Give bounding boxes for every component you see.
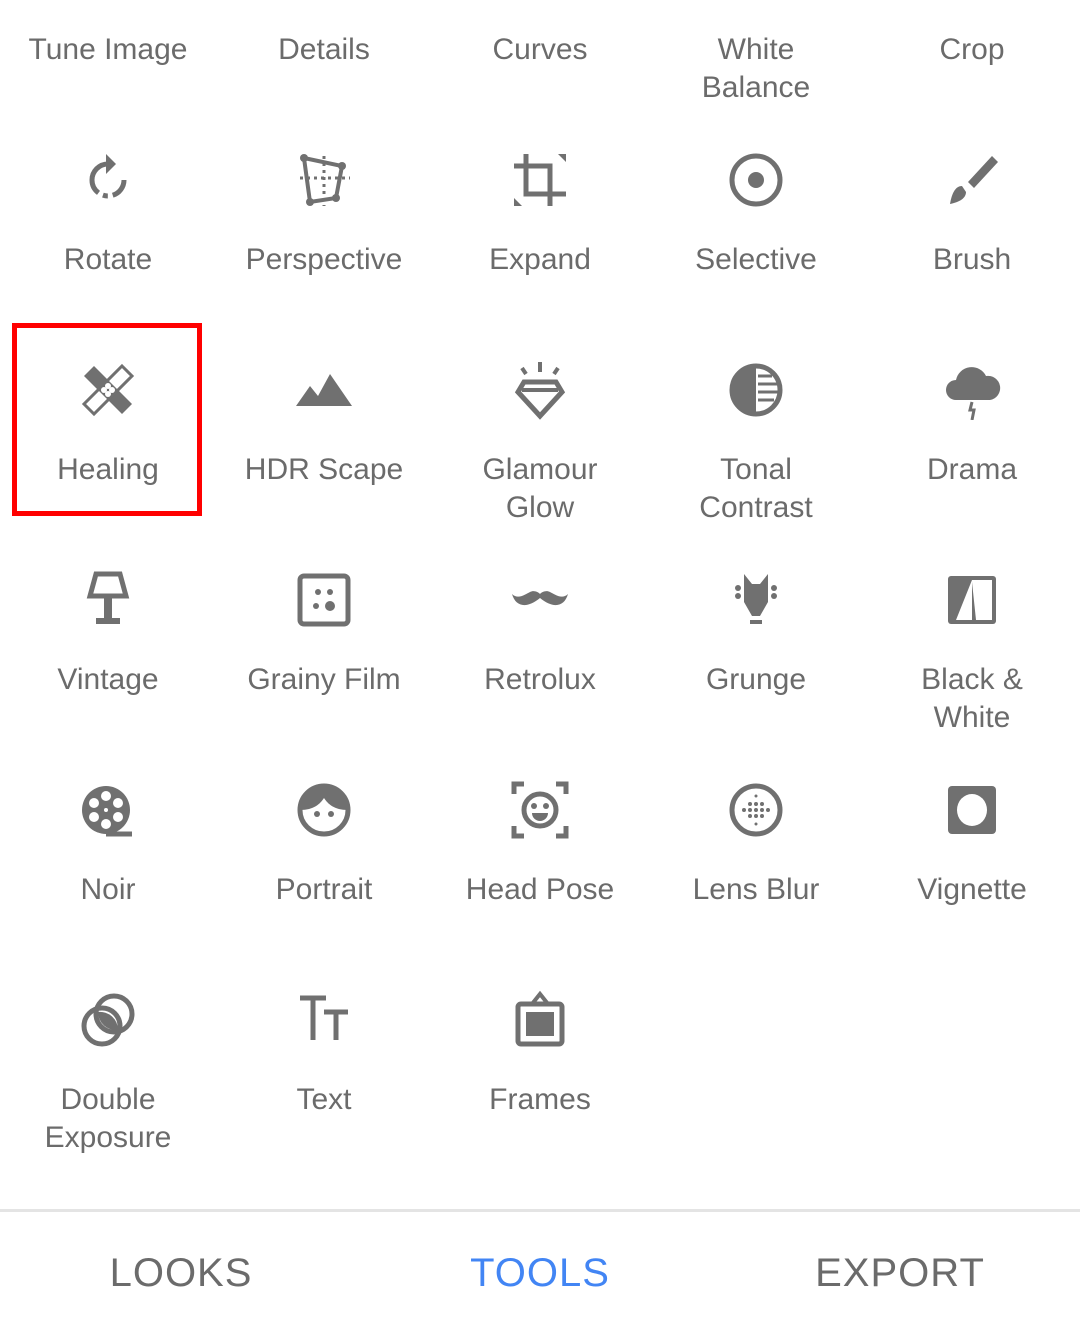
rotate-icon <box>78 150 138 210</box>
perspective-icon <box>294 150 354 210</box>
tool-label: Frames <box>489 1083 591 1116</box>
tab-export[interactable]: EXPORT <box>815 1250 985 1296</box>
lens-blur-icon <box>726 780 786 840</box>
tool-label: Tonal Contrast <box>699 453 813 524</box>
mustache-icon <box>510 570 570 630</box>
tool-portrait[interactable]: Portrait <box>216 760 432 970</box>
tool-drama[interactable]: Drama <box>864 340 1080 550</box>
tool-label: Retrolux <box>484 663 596 696</box>
lamp-icon <box>78 570 138 630</box>
tool-head-pose[interactable]: Head Pose <box>432 760 648 970</box>
selective-icon <box>726 150 786 210</box>
tool-retrolux[interactable]: Retrolux <box>432 550 648 760</box>
tool-curves[interactable]: Curves <box>432 0 648 130</box>
healing-bandage-icon <box>78 360 138 420</box>
tool-label: Black & White <box>921 663 1023 734</box>
tool-lens-blur[interactable]: Lens Blur <box>648 760 864 970</box>
tool-hdr-scape[interactable]: HDR Scape <box>216 340 432 550</box>
tool-healing[interactable]: Healing <box>0 340 216 550</box>
tool-label: Glamour Glow <box>482 453 598 524</box>
tool-noir[interactable]: Noir <box>0 760 216 970</box>
diamond-icon <box>510 360 570 420</box>
tool-label: Tune Image <box>28 33 188 66</box>
tool-grunge[interactable]: Grunge <box>648 550 864 760</box>
tool-label: Grunge <box>705 663 807 696</box>
tool-rotate[interactable]: Rotate <box>0 130 216 340</box>
tool-crop[interactable]: Crop <box>864 0 1080 130</box>
tool-label: HDR Scape <box>244 453 404 486</box>
tool-label: Drama <box>926 453 1017 486</box>
tool-details[interactable]: Details <box>216 0 432 130</box>
tool-label: Brush <box>932 243 1012 276</box>
expand-icon <box>510 150 570 210</box>
tool-label: Rotate <box>63 243 153 276</box>
frames-icon <box>510 990 570 1050</box>
film-reel-icon <box>78 780 138 840</box>
tool-tonal-contrast[interactable]: Tonal Contrast <box>648 340 864 550</box>
tool-text[interactable]: Text <box>216 970 432 1180</box>
tool-label: Noir <box>80 873 136 906</box>
tool-vintage[interactable]: Vintage <box>0 550 216 760</box>
face-icon <box>294 780 354 840</box>
double-exposure-icon <box>78 990 138 1050</box>
tool-frames[interactable]: Frames <box>432 970 648 1180</box>
tool-label: Text <box>296 1083 352 1116</box>
tool-label: Expand <box>489 243 591 276</box>
tool-black-white[interactable]: Black & White <box>864 550 1080 760</box>
black-white-icon <box>942 570 1002 630</box>
tool-label: Curves <box>492 33 588 66</box>
head-pose-icon <box>510 780 570 840</box>
guitar-head-icon <box>726 570 786 630</box>
tab-tools[interactable]: TOOLS <box>470 1250 610 1296</box>
tool-label: Lens Blur <box>692 873 820 906</box>
tool-label: Vintage <box>57 663 159 696</box>
tool-label: Perspective <box>245 243 403 276</box>
tool-grainy-film[interactable]: Grainy Film <box>216 550 432 760</box>
tool-tune-image[interactable]: Tune Image <box>0 0 216 130</box>
tool-label: Grainy Film <box>247 663 401 696</box>
tool-label: Head Pose <box>465 873 615 906</box>
tools-grid: Tune Image Details Curves White Balance Crop… <box>0 0 1080 1180</box>
mountains-icon <box>294 360 354 420</box>
tool-label: Crop <box>939 33 1005 66</box>
tool-label: Portrait <box>275 873 373 906</box>
tool-expand[interactable]: Expand <box>432 130 648 340</box>
bottom-nav: LOOKS TOOLS EXPORT <box>0 1212 1080 1335</box>
tool-label: Details <box>278 33 370 66</box>
text-icon <box>294 990 354 1050</box>
tool-label: Double Exposure <box>44 1083 172 1154</box>
tool-white-balance[interactable]: White Balance <box>648 0 864 130</box>
tab-looks[interactable]: LOOKS <box>110 1250 253 1296</box>
tool-selective[interactable]: Selective <box>648 130 864 340</box>
tool-vignette[interactable]: Vignette <box>864 760 1080 970</box>
tool-label: Healing <box>57 453 159 486</box>
tool-label: Vignette <box>917 873 1027 906</box>
brush-icon <box>942 150 1002 210</box>
tool-label: White Balance <box>701 33 811 104</box>
tool-label: Selective <box>695 243 817 276</box>
tool-perspective[interactable]: Perspective <box>216 130 432 340</box>
grainy-film-icon <box>294 570 354 630</box>
tool-glamour-glow[interactable]: Glamour Glow <box>432 340 648 550</box>
tool-double-exposure[interactable]: Double Exposure <box>0 970 216 1180</box>
vignette-icon <box>942 780 1002 840</box>
tool-brush[interactable]: Brush <box>864 130 1080 340</box>
storm-cloud-icon <box>942 360 1002 420</box>
tonal-contrast-icon <box>726 360 786 420</box>
